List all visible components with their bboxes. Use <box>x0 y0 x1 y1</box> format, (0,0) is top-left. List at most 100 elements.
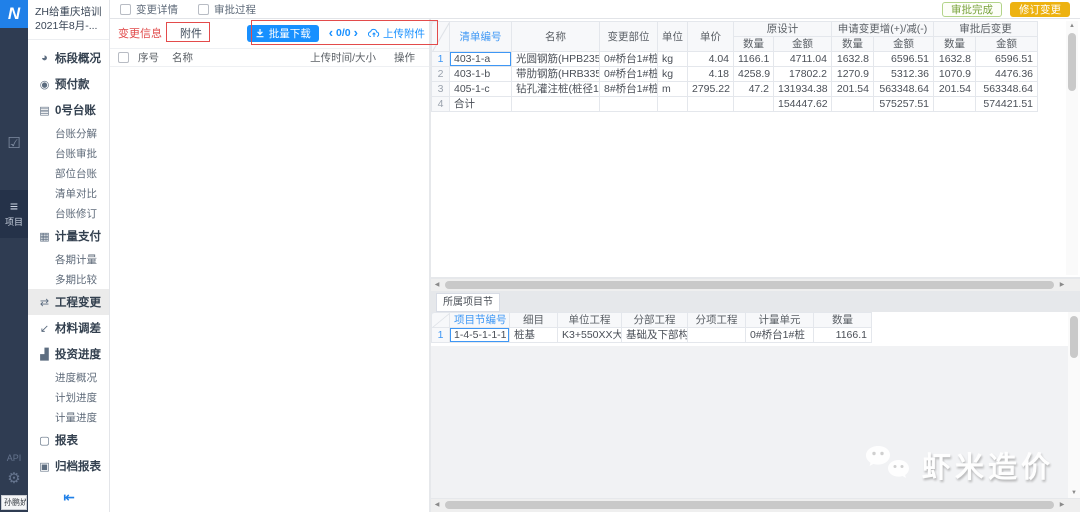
api-label[interactable]: API <box>7 453 22 463</box>
col-header-unit[interactable]: 单位 <box>658 22 688 52</box>
sidebar-item-ledger-0[interactable]: ▤0号台账 <box>28 97 109 123</box>
cell-unit-project[interactable]: K3+550XX大桥 <box>558 328 622 343</box>
sidebar-item-prepayment[interactable]: ◉预付款 <box>28 71 109 97</box>
cell-total-label[interactable]: 合计 <box>450 97 512 112</box>
sidebar-item-period-measure[interactable]: 各期计量 <box>28 249 109 269</box>
sidebar-item-ledger-breakdown[interactable]: 台账分解 <box>28 123 109 143</box>
cell-part[interactable]: 0#桥台1#桩 <box>600 52 658 67</box>
cell-original-amount[interactable]: 154447.62 <box>774 97 832 112</box>
checkbox-box[interactable] <box>198 4 209 15</box>
cell-name[interactable] <box>512 97 600 112</box>
col-header-measure-unit[interactable]: 计量单元 <box>746 313 814 328</box>
cell-unit[interactable]: kg <box>658 52 688 67</box>
cell-apply-amount[interactable]: 5312.36 <box>874 67 934 82</box>
scroll-left-icon[interactable]: ◀ <box>431 279 443 291</box>
cell-approved-qty[interactable]: 1070.9 <box>934 67 976 82</box>
scrollbar-thumb[interactable] <box>445 501 1054 509</box>
change-detail-checkbox[interactable]: 变更详情 <box>120 2 178 17</box>
sidebar-item-project-change[interactable]: ⇄工程变更 <box>28 289 109 315</box>
col-header-node-no[interactable]: 项目节编号 <box>450 313 510 328</box>
sidebar-item-archive-report[interactable]: ▣归档报表 <box>28 453 109 479</box>
sidebar-item-measure-progress[interactable]: 计量进度 <box>28 407 109 427</box>
batch-download-button[interactable]: 批量下载 <box>247 25 319 42</box>
col-header-name[interactable]: 名称 <box>512 22 600 52</box>
cell-original-qty[interactable]: 1166.1 <box>734 52 774 67</box>
cell-name[interactable]: 钻孔灌注桩(桩径1.6m <box>512 82 600 97</box>
approval-done-button[interactable]: 审批完成 <box>942 2 1002 17</box>
vertical-scrollbar[interactable]: ▲ <box>1066 21 1078 275</box>
cell-name[interactable]: 光圆钢筋(HPB235、H <box>512 52 600 67</box>
cell-original-qty[interactable]: 4258.9 <box>734 67 774 82</box>
approval-process-checkbox[interactable]: 审批过程 <box>198 2 256 17</box>
cell-part[interactable]: 8#桥台1#桩 <box>600 82 658 97</box>
cell-original-amount[interactable]: 4711.04 <box>774 52 832 67</box>
col-header-qty[interactable]: 数量 <box>934 37 976 52</box>
cell-list-no[interactable]: 405-1-c <box>450 82 512 97</box>
sidebar-item-bid-overview[interactable]: ◕标段概况 <box>28 45 109 71</box>
col-header-qty[interactable]: 数量 <box>832 37 874 52</box>
revise-change-button[interactable]: 修订变更 <box>1010 2 1070 17</box>
sidebar-item-material-adjust[interactable]: ↙材料调差 <box>28 315 109 341</box>
cell-apply-qty[interactable]: 1632.8 <box>832 52 874 67</box>
cell-list-no[interactable]: 403-1-b <box>450 67 512 82</box>
cell-unit[interactable]: m <box>658 82 688 97</box>
row-number[interactable]: 1 <box>432 52 450 67</box>
tab-change-info[interactable]: 变更信息 <box>118 25 162 41</box>
vertical-scrollbar[interactable]: ▼ <box>1068 312 1080 498</box>
cell-price[interactable]: 4.18 <box>688 67 734 82</box>
sidebar-item-ledger-approval[interactable]: 台账审批 <box>28 143 109 163</box>
row-number[interactable]: 2 <box>432 67 450 82</box>
cell-approved-amount[interactable]: 6596.51 <box>976 52 1038 67</box>
rail-item-project[interactable]: ≡ 项目 <box>0 190 28 238</box>
col-header-price[interactable]: 单价 <box>688 22 734 52</box>
col-header-amount[interactable]: 金额 <box>874 37 934 52</box>
cell-price[interactable]: 2795.22 <box>688 82 734 97</box>
col-header-amount[interactable]: 金额 <box>774 37 832 52</box>
cell-apply-amount[interactable]: 6596.51 <box>874 52 934 67</box>
horizontal-scrollbar[interactable]: ◀ ▶ <box>431 499 1080 512</box>
scrollbar-thumb[interactable] <box>1068 33 1076 91</box>
pager-next-icon[interactable]: › <box>354 28 358 38</box>
scrollbar-thumb[interactable] <box>445 281 1054 289</box>
col-header-qty[interactable]: 数量 <box>814 313 872 328</box>
col-header-qty[interactable]: 数量 <box>734 37 774 52</box>
cell-approved-amount[interactable]: 4476.36 <box>976 67 1038 82</box>
scroll-down-icon[interactable]: ▼ <box>1068 488 1080 498</box>
cell-unit[interactable] <box>658 97 688 112</box>
scroll-right-icon[interactable]: ▶ <box>1056 279 1068 291</box>
cell-name[interactable]: 带肋钢筋(HRB335、H <box>512 67 600 82</box>
cell-approved-qty[interactable]: 1632.8 <box>934 52 976 67</box>
sidebar-item-measure-payment[interactable]: ▦计量支付 <box>28 223 109 249</box>
row-number[interactable]: 3 <box>432 82 450 97</box>
sidebar-item-list-compare[interactable]: 清单对比 <box>28 183 109 203</box>
sidebar-item-plan-progress[interactable]: 计划进度 <box>28 387 109 407</box>
cell-original-qty[interactable]: 47.2 <box>734 82 774 97</box>
scroll-up-icon[interactable]: ▲ <box>1066 21 1078 31</box>
scroll-right-icon[interactable]: ▶ <box>1056 499 1068 511</box>
row-number[interactable]: 1 <box>432 328 450 343</box>
upload-attachment-button[interactable]: 上传附件 <box>368 26 425 41</box>
col-header-list-no[interactable]: 清单编号 <box>450 22 512 52</box>
cell-part[interactable] <box>600 97 658 112</box>
sidebar-item-ledger-revision[interactable]: 台账修订 <box>28 203 109 223</box>
sidebar-item-progress-overview[interactable]: 进度概况 <box>28 367 109 387</box>
cell-qty[interactable]: 1166.1 <box>814 328 872 343</box>
cell-apply-amount[interactable]: 575257.51 <box>874 97 934 112</box>
tab-attachment[interactable]: 附件 <box>180 25 202 41</box>
cell-node-no[interactable]: 1-4-5-1-1-1 <box>450 328 510 343</box>
sidebar-item-investment-progress[interactable]: ▟投资进度 <box>28 341 109 367</box>
scrollbar-thumb[interactable] <box>1070 316 1078 358</box>
pager-prev-icon[interactable]: ‹ <box>329 28 333 38</box>
cell-original-amount[interactable]: 131934.38 <box>774 82 832 97</box>
col-header-unit-project[interactable]: 单位工程 <box>558 313 622 328</box>
tasks-check-icon[interactable]: ☑ <box>7 134 20 152</box>
sidebar-item-location-ledger[interactable]: 部位台账 <box>28 163 109 183</box>
col-header-division-project[interactable]: 分部工程 <box>622 313 688 328</box>
collapse-sidebar-icon[interactable]: ⇤ <box>28 489 110 506</box>
cell-apply-amount[interactable]: 563348.64 <box>874 82 934 97</box>
cell-apply-qty[interactable]: 201.54 <box>832 82 874 97</box>
cell-subitem-project[interactable] <box>688 328 746 343</box>
cell-apply-qty[interactable] <box>832 97 874 112</box>
row-number[interactable]: 4 <box>432 97 450 112</box>
col-header-subitem-project[interactable]: 分项工程 <box>688 313 746 328</box>
